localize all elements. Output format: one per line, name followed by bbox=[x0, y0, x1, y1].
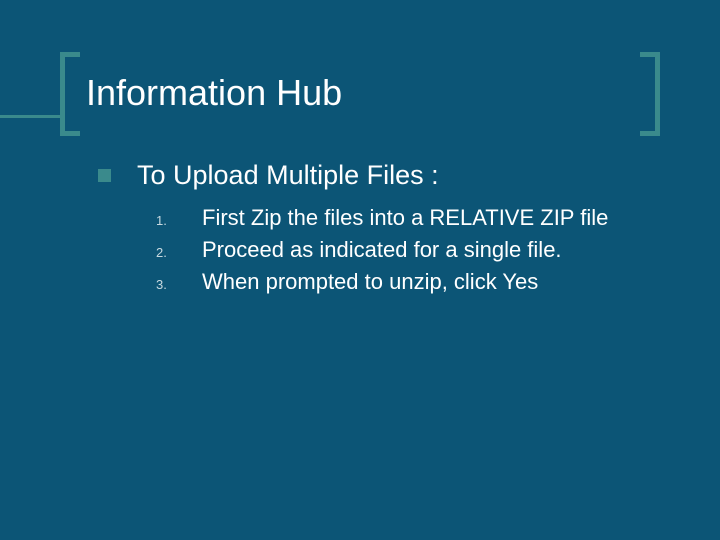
step-text: First Zip the files into a RELATIVE ZIP … bbox=[202, 205, 608, 231]
list-item: 3. When prompted to unzip, click Yes bbox=[148, 269, 680, 295]
bracket-left-icon bbox=[60, 52, 80, 136]
bracket-right-icon bbox=[640, 52, 660, 136]
content-area: To Upload Multiple Files : 1. First Zip … bbox=[98, 160, 680, 301]
steps-list: 1. First Zip the files into a RELATIVE Z… bbox=[148, 205, 680, 295]
list-item: 2. Proceed as indicated for a single fil… bbox=[148, 237, 680, 263]
square-bullet-icon bbox=[98, 169, 111, 182]
step-number: 2. bbox=[148, 245, 202, 260]
step-number: 3. bbox=[148, 277, 202, 292]
step-number: 1. bbox=[148, 213, 202, 228]
title-underline bbox=[0, 115, 65, 118]
title-area: Information Hub bbox=[60, 52, 660, 136]
step-text: Proceed as indicated for a single file. bbox=[202, 237, 562, 263]
subtitle-text: To Upload Multiple Files : bbox=[137, 160, 439, 191]
slide-title: Information Hub bbox=[86, 72, 342, 114]
step-text: When prompted to unzip, click Yes bbox=[202, 269, 538, 295]
subtitle-row: To Upload Multiple Files : bbox=[98, 160, 680, 191]
list-item: 1. First Zip the files into a RELATIVE Z… bbox=[148, 205, 680, 231]
